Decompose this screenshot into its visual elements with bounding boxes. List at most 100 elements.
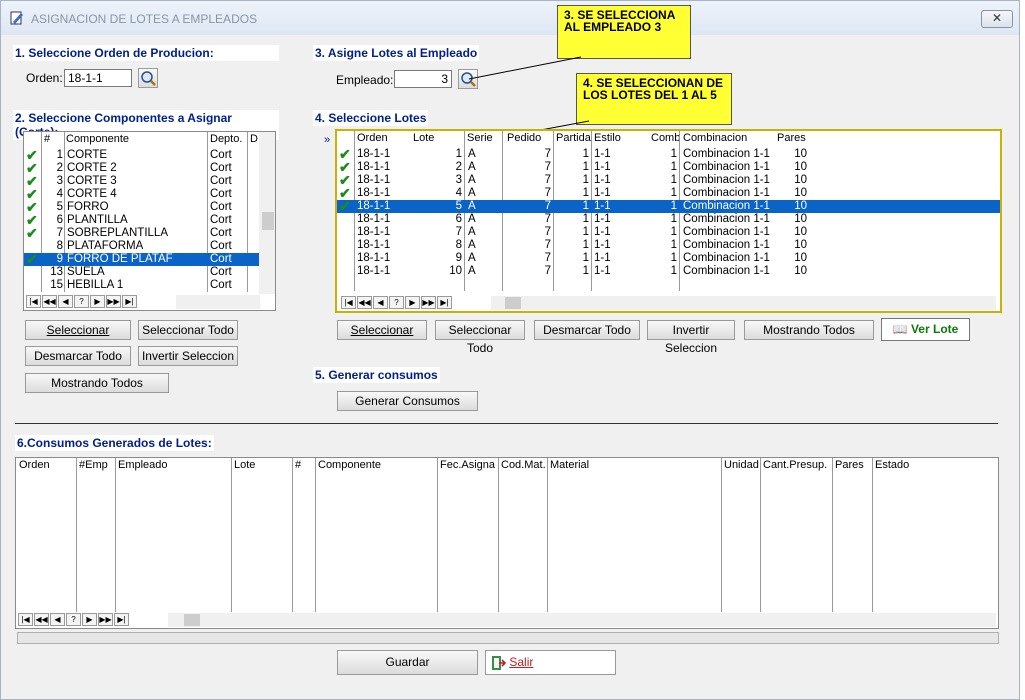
col-pares[interactable]: Pares bbox=[777, 132, 806, 144]
check-icon[interactable]: ✔ bbox=[339, 187, 351, 199]
nav-first-button[interactable]: |◀ bbox=[341, 296, 356, 309]
nav-next-button[interactable]: ▶ bbox=[82, 613, 97, 626]
lote-invert-button[interactable]: Invertir Seleccion bbox=[647, 320, 735, 355]
col-empleado[interactable]: Empleado bbox=[118, 459, 168, 471]
component-row[interactable]: 15 HEBILLA 1 Cort bbox=[24, 279, 259, 292]
nav-prior-page-button[interactable]: ◀◀ bbox=[34, 613, 49, 626]
nav-last-button[interactable]: ▶| bbox=[114, 613, 129, 626]
component-row[interactable]: ✔ 7 SOBREPLANTILLA Cort bbox=[24, 227, 259, 240]
col-cod-mat[interactable]: Cod.Mat. bbox=[501, 459, 547, 471]
component-row[interactable]: ✔ 2 CORTE 2 Cort bbox=[24, 162, 259, 175]
orden-search-button[interactable] bbox=[138, 68, 158, 88]
col-componente[interactable]: Componente bbox=[318, 459, 436, 471]
guardar-button[interactable]: Guardar bbox=[337, 650, 478, 675]
check-icon[interactable]: ✔ bbox=[339, 161, 351, 173]
salir-button[interactable]: Salir bbox=[485, 650, 616, 675]
lote-row[interactable]: 18-1-1 10 A 7 1 1-1 1 Combinacion 1-1 10 bbox=[337, 265, 1000, 278]
ver-lote-button[interactable]: 📖 Ver Lote bbox=[881, 318, 970, 341]
component-row[interactable]: ✔ 1 CORTE Cort bbox=[24, 149, 259, 162]
comp-unmark-all-button[interactable]: Desmarcar Todo bbox=[25, 346, 131, 366]
component-row[interactable]: ✔ 5 FORRO Cort bbox=[24, 201, 259, 214]
col-fec-asigna[interactable]: Fec.Asigna bbox=[440, 459, 497, 471]
nav-next-page-button[interactable]: ▶▶ bbox=[421, 296, 436, 309]
component-row[interactable]: 8 PLATAFORMA Cort bbox=[24, 240, 259, 253]
lote-select-button[interactable]: Seleccionar bbox=[337, 320, 427, 340]
col-material[interactable]: Material bbox=[550, 459, 589, 471]
lote-row[interactable]: 18-1-1 9 A 7 1 1-1 1 Combinacion 1-1 10 bbox=[337, 252, 1000, 265]
lote-row[interactable]: 18-1-1 8 A 7 1 1-1 1 Combinacion 1-1 10 bbox=[337, 239, 1000, 252]
check-icon[interactable]: ✔ bbox=[339, 200, 351, 212]
nav-first-button[interactable]: |◀ bbox=[26, 295, 41, 308]
check-icon[interactable]: ✔ bbox=[26, 188, 38, 200]
nav-prior-button[interactable]: ◀ bbox=[373, 296, 388, 309]
comp-showing-all-button[interactable]: Mostrando Todos bbox=[25, 373, 169, 393]
nav-prior-button[interactable]: ◀ bbox=[58, 295, 73, 308]
nav-first-button[interactable]: |◀ bbox=[18, 613, 33, 626]
col-d[interactable]: D bbox=[250, 133, 258, 145]
lote-row[interactable]: ✔ 18-1-1 3 A 7 1 1-1 1 Combinacion 1-1 10 bbox=[337, 174, 1000, 187]
col-comb[interactable]: Comb bbox=[651, 132, 680, 144]
componentes-hscroll[interactable] bbox=[176, 295, 260, 309]
check-icon[interactable]: ✔ bbox=[26, 175, 38, 187]
check-icon[interactable]: ✔ bbox=[26, 201, 38, 213]
col-lote[interactable]: Lote bbox=[413, 132, 434, 144]
col-orden[interactable]: Orden bbox=[19, 459, 50, 471]
lote-unmark-all-button[interactable]: Desmarcar Todo bbox=[534, 320, 640, 340]
col-num[interactable]: # bbox=[295, 459, 301, 471]
check-icon[interactable]: ✔ bbox=[26, 227, 38, 239]
check-icon[interactable]: ✔ bbox=[339, 148, 351, 160]
comp-select-all-button[interactable]: Seleccionar Todo bbox=[138, 320, 238, 340]
nav-last-button[interactable]: ▶| bbox=[122, 295, 137, 308]
nav-next-page-button[interactable]: ▶▶ bbox=[106, 295, 121, 308]
col-cant-presup[interactable]: Cant.Presup. bbox=[763, 459, 827, 471]
nav-help-button[interactable]: ? bbox=[66, 613, 81, 626]
col-unidad[interactable]: Unidad bbox=[724, 459, 759, 471]
empleado-input[interactable]: 3 bbox=[394, 70, 452, 88]
nav-prior-page-button[interactable]: ◀◀ bbox=[357, 296, 372, 309]
component-row[interactable]: ✔ 4 CORTE 4 Cort bbox=[24, 188, 259, 201]
consumos-hscroll[interactable] bbox=[168, 613, 996, 627]
componentes-vscroll[interactable] bbox=[259, 132, 275, 294]
nav-next-button[interactable]: ▶ bbox=[405, 296, 420, 309]
nav-help-button[interactable]: ? bbox=[389, 296, 404, 309]
nav-next-button[interactable]: ▶ bbox=[90, 295, 105, 308]
vscroll-thumb[interactable] bbox=[262, 212, 274, 230]
nav-prior-page-button[interactable]: ◀◀ bbox=[42, 295, 57, 308]
hscroll-thumb[interactable] bbox=[505, 297, 521, 309]
col-emp[interactable]: #Emp bbox=[79, 459, 108, 471]
lote-row[interactable]: ✔ 18-1-1 2 A 7 1 1-1 1 Combinacion 1-1 10 bbox=[337, 161, 1000, 174]
check-icon[interactable]: ✔ bbox=[26, 253, 38, 265]
col-pares[interactable]: Pares bbox=[835, 459, 864, 471]
col-estilo[interactable]: Estilo bbox=[594, 132, 621, 144]
col-combinacion[interactable]: Combinacion bbox=[683, 132, 747, 144]
nav-last-button[interactable]: ▶| bbox=[437, 296, 452, 309]
comp-invert-button[interactable]: Invertir Seleccion bbox=[138, 346, 238, 366]
check-icon[interactable]: ✔ bbox=[339, 174, 351, 186]
nav-next-page-button[interactable]: ▶▶ bbox=[98, 613, 113, 626]
col-partida[interactable]: Partida bbox=[556, 132, 591, 144]
lote-row[interactable]: 18-1-1 6 A 7 1 1-1 1 Combinacion 1-1 10 bbox=[337, 213, 1000, 226]
nav-help-button[interactable]: ? bbox=[74, 295, 89, 308]
lote-showing-all-button[interactable]: Mostrando Todos bbox=[744, 320, 874, 340]
check-icon[interactable]: ✔ bbox=[26, 149, 38, 161]
col-num[interactable]: # bbox=[44, 133, 50, 145]
col-orden[interactable]: Orden bbox=[357, 132, 388, 144]
lote-row[interactable]: ✔ 18-1-1 1 A 7 1 1-1 1 Combinacion 1-1 10 bbox=[337, 148, 1000, 161]
component-row[interactable]: ✔ 6 PLANTILLA Cort bbox=[24, 214, 259, 227]
col-depto[interactable]: Depto. bbox=[210, 133, 242, 145]
check-icon[interactable]: ✔ bbox=[26, 214, 38, 226]
comp-select-button[interactable]: Seleccionar bbox=[25, 320, 131, 340]
component-row[interactable]: ✔ 9 FORRO DE PLATAF Cort bbox=[24, 253, 259, 266]
col-componente[interactable]: Componente bbox=[66, 133, 129, 145]
lotes-hscroll[interactable] bbox=[491, 296, 996, 310]
close-button[interactable]: ✕ bbox=[981, 10, 1013, 28]
lote-row[interactable]: 18-1-1 7 A 7 1 1-1 1 Combinacion 1-1 10 bbox=[337, 226, 1000, 239]
col-estado[interactable]: Estado bbox=[875, 459, 909, 471]
check-icon[interactable]: ✔ bbox=[26, 162, 38, 174]
nav-prior-button[interactable]: ◀ bbox=[50, 613, 65, 626]
lote-select-all-button[interactable]: Seleccionar Todo bbox=[435, 320, 525, 355]
orden-input[interactable]: 18-1-1 bbox=[64, 69, 132, 87]
hscroll-thumb[interactable] bbox=[184, 614, 200, 626]
component-row[interactable]: ✔ 3 CORTE 3 Cort bbox=[24, 175, 259, 188]
generar-consumos-button[interactable]: Generar Consumos bbox=[337, 391, 478, 411]
